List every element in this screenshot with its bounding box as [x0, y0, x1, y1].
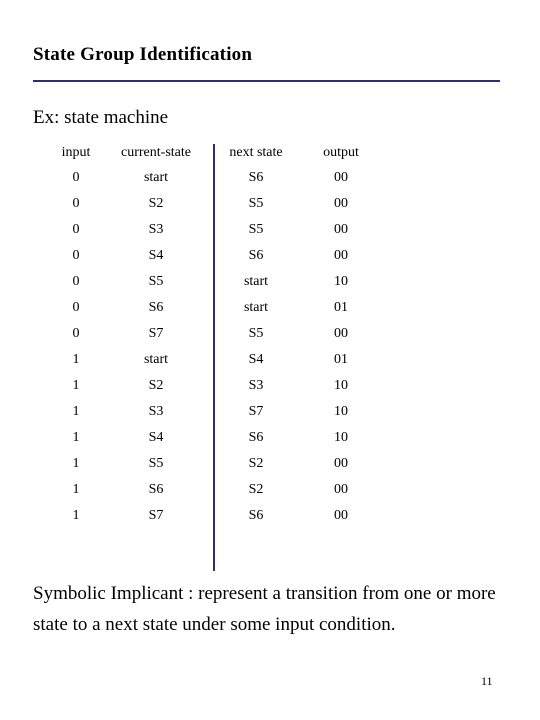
cell-current-state: S4	[148, 430, 164, 445]
table-row: 1 S6 S2 00	[50, 477, 380, 503]
cell-input: 0	[72, 222, 80, 237]
column-header-output: output	[323, 145, 359, 160]
cell-next-state: S6	[248, 430, 264, 445]
column-header-input: input	[61, 145, 91, 160]
cell-current-state: S3	[148, 222, 164, 237]
cell-output: 01	[334, 300, 348, 315]
table-row: 0 S6 start 01	[50, 295, 380, 321]
cell-next-state: S2	[248, 456, 264, 471]
cell-next-state: S3	[248, 378, 264, 393]
cell-current-state: S3	[148, 404, 164, 419]
cell-next-state: S5	[248, 222, 264, 237]
table-row: 0 S3 S5 00	[50, 217, 380, 243]
cell-output: 00	[334, 326, 348, 341]
table-row: 1 start S4 01	[50, 347, 380, 373]
column-header-next-state: next state	[229, 145, 283, 160]
cell-next-state: start	[243, 300, 269, 315]
cell-output: 00	[334, 508, 348, 523]
cell-output: 00	[334, 196, 348, 211]
cell-input: 1	[72, 352, 80, 367]
cell-next-state: S2	[248, 482, 264, 497]
cell-input: 1	[72, 430, 80, 445]
column-header-current-state: current-state	[121, 145, 191, 160]
cell-current-state: S5	[148, 274, 164, 289]
cell-current-state: S4	[148, 248, 164, 263]
cell-output: 10	[334, 430, 348, 445]
cell-current-state: S6	[148, 482, 164, 497]
table-row: 1 S3 S7 10	[50, 399, 380, 425]
cell-current-state: start	[143, 170, 169, 185]
example-subtitle: Ex: state machine	[33, 107, 169, 128]
cell-next-state: S6	[248, 508, 264, 523]
cell-output: 10	[334, 274, 348, 289]
table-row: 1 S4 S6 10	[50, 425, 380, 451]
cell-output: 00	[334, 482, 348, 497]
cell-next-state: S4	[248, 352, 264, 367]
cell-current-state: S5	[148, 456, 164, 471]
cell-current-state: S2	[148, 378, 164, 393]
cell-current-state: S2	[148, 196, 164, 211]
table-row: 1 S7 S6 00	[50, 503, 380, 529]
cell-input: 0	[72, 274, 80, 289]
slide: State Group Identification Ex: state mac…	[0, 0, 540, 720]
cell-output: 00	[334, 170, 348, 185]
cell-current-state: start	[143, 352, 169, 367]
page-number: 11	[481, 674, 493, 688]
cell-input: 1	[72, 378, 80, 393]
cell-input: 1	[72, 508, 80, 523]
cell-input: 1	[72, 456, 80, 471]
cell-next-state: S5	[248, 196, 264, 211]
cell-output: 01	[334, 352, 348, 367]
table-row: 1 S5 S2 00	[50, 451, 380, 477]
page-title: State Group Identification	[33, 44, 253, 65]
cell-current-state: S7	[148, 508, 164, 523]
body-paragraph: Symbolic Implicant : represent a transit…	[33, 583, 496, 635]
table-row: 0 start S6 00	[50, 165, 380, 191]
state-transition-table: input current-state next state output 0 …	[50, 143, 380, 529]
cell-input: 0	[72, 326, 80, 341]
state-machine-table: input current-state next state output 0 …	[50, 143, 380, 529]
cell-current-state: S6	[148, 300, 164, 315]
table-header-row: input current-state next state output	[50, 143, 380, 165]
table-vertical-divider	[213, 144, 215, 571]
cell-next-state: S6	[248, 248, 264, 263]
title-divider	[33, 80, 500, 82]
cell-input: 0	[72, 248, 80, 263]
table-row: 0 S7 S5 00	[50, 321, 380, 347]
cell-next-state: S5	[248, 326, 264, 341]
cell-next-state: S7	[248, 404, 264, 419]
table-row: 0 S4 S6 00	[50, 243, 380, 269]
cell-output: 10	[334, 378, 348, 393]
table-row: 0 S2 S5 00	[50, 191, 380, 217]
cell-input: 1	[72, 404, 80, 419]
cell-input: 0	[72, 196, 80, 211]
table-row: 1 S2 S3 10	[50, 373, 380, 399]
cell-output: 10	[334, 404, 348, 419]
cell-output: 00	[334, 222, 348, 237]
cell-current-state: S7	[148, 326, 164, 341]
cell-output: 00	[334, 456, 348, 471]
cell-input: 0	[72, 170, 80, 185]
table-row: 0 S5 start 10	[50, 269, 380, 295]
cell-input: 1	[72, 482, 80, 497]
cell-next-state: start	[243, 274, 269, 289]
cell-output: 00	[334, 248, 348, 263]
cell-next-state: S6	[248, 170, 264, 185]
cell-input: 0	[72, 300, 80, 315]
